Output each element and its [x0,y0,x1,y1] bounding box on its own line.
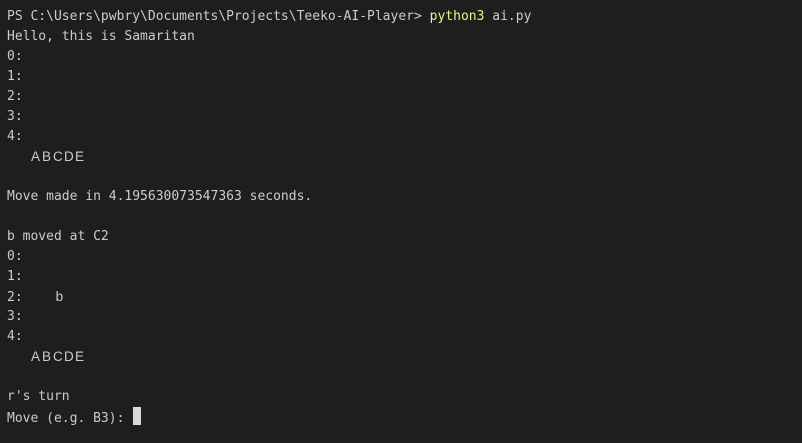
move-time-line: Move made in 4.195630073547363 seconds. [7,189,313,204]
board1-col-d: D [64,149,74,164]
board1-col-e: E [75,149,85,164]
board1-col-c: C [53,149,63,164]
board2-column-labels: A B CDE [7,347,802,367]
command-argument: ai.py [484,9,532,24]
turn-line: r's turn [7,389,70,404]
command-name: python3 [429,9,485,24]
board2-row-0: 0: [7,249,23,264]
board2-col-c: C [53,349,63,364]
board2-row-2-label: 2: [7,290,23,305]
board2-col-d: D [64,349,74,364]
text-cursor[interactable] [133,407,142,425]
command-prompt-line: PS C:\Users\pwbry\Documents\Projects\Tee… [7,7,802,27]
move-input-prompt: Move (e.g. B3): [7,411,133,426]
board2-piece-b: b [55,289,64,304]
board2-col-e: E [75,349,85,364]
board1-column-labels: A B CDE [7,147,802,167]
greeting-line: Hello, this is Samaritan [7,29,195,44]
board2-col-b: B [42,349,52,364]
board1-col-b: B [42,149,52,164]
move-input-line[interactable]: Move (e.g. B3): [7,407,802,427]
board1-row-4: 4: [7,129,23,144]
board2-row-1: 1: [7,269,23,284]
board2-col-a: A [31,349,41,364]
moved-line: b moved at C2 [7,229,109,244]
board1-row-2: 2: [7,89,23,104]
board1-row-0: 0: [7,49,23,64]
board2-row-2: 2: b [7,287,802,307]
board2-row-3: 3: [7,309,23,324]
board1-row-1: 1: [7,69,23,84]
terminal-window[interactable]: PS C:\Users\pwbry\Documents\Projects\Tee… [0,0,802,443]
board1-row-3: 3: [7,109,23,124]
board1-col-a: A [31,149,41,164]
prompt-path: PS C:\Users\pwbry\Documents\Projects\Tee… [7,9,430,24]
board2-row-4: 4: [7,329,23,344]
